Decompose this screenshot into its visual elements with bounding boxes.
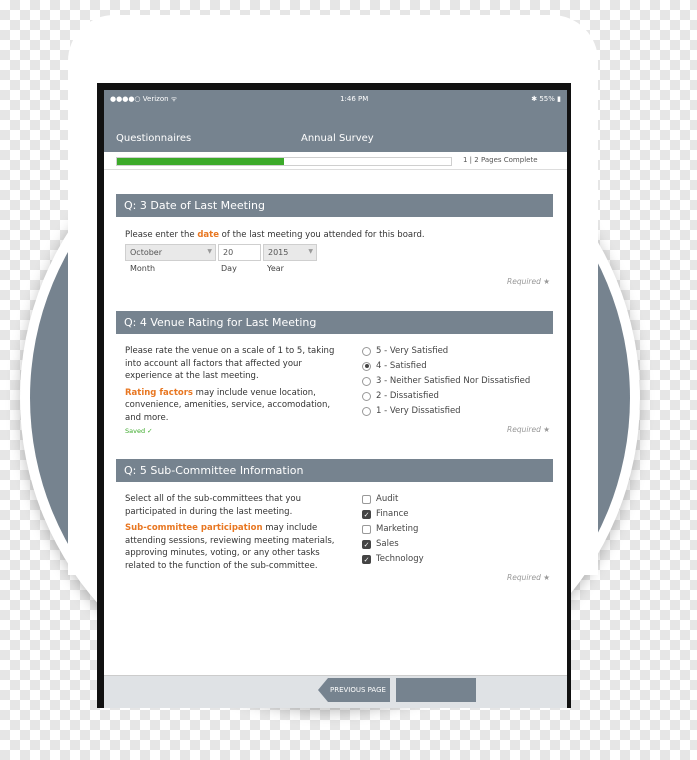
progress-row: 1 | 2 Pages Complete bbox=[104, 152, 567, 170]
carrier-text: ●●●●○ Verizon ᯤ bbox=[110, 94, 178, 103]
radio-button[interactable] bbox=[362, 376, 371, 386]
committee-option-sales[interactable]: ✓ Sales bbox=[362, 539, 399, 549]
q4-required: Required ★ bbox=[507, 425, 550, 434]
checkbox-checked[interactable]: ✓ bbox=[362, 509, 371, 519]
q4-text-line: may include venue location, bbox=[192, 387, 316, 398]
previous-page-label: PREVIOUS PAGE bbox=[330, 686, 386, 694]
q3-prompt: Please enter the date of the last meetin… bbox=[125, 229, 425, 242]
rating-option-label: 3 - Neither Satisfied Nor Dissatisfied bbox=[376, 376, 531, 386]
committee-option-label: Technology bbox=[376, 554, 424, 564]
q3-prompt-em: date bbox=[197, 230, 219, 240]
committee-option-marketing[interactable]: Marketing bbox=[362, 524, 418, 534]
committee-option-technology[interactable]: ✓ Technology bbox=[362, 554, 424, 564]
radio-button-selected[interactable] bbox=[362, 361, 371, 371]
q5-text-line: participated in during the last meeting. bbox=[125, 506, 293, 517]
rating-option-5[interactable]: 5 - Very Satisfied bbox=[362, 346, 448, 356]
q5-text-line: approving minutes, voting, or any other … bbox=[125, 548, 320, 558]
clock-text: 1:46 PM bbox=[340, 95, 369, 103]
rating-option-1[interactable]: 1 - Very Dissatisfied bbox=[362, 406, 461, 416]
q4-text-line: experience at the last meeting. bbox=[125, 371, 259, 381]
radio-button[interactable] bbox=[362, 406, 371, 416]
q4-header: Q: 4 Venue Rating for Last Meeting bbox=[116, 311, 553, 334]
q5-description: Select all of the sub-committees that yo… bbox=[125, 493, 350, 572]
progress-bar bbox=[116, 157, 452, 166]
previous-page-button[interactable]: PREVIOUS PAGE bbox=[318, 678, 390, 702]
month-select-value: October bbox=[130, 248, 163, 257]
rating-option-label: 5 - Very Satisfied bbox=[376, 346, 449, 356]
checkbox[interactable] bbox=[362, 494, 371, 504]
progress-label: 1 | 2 Pages Complete bbox=[463, 156, 538, 164]
year-select-value: 2015 bbox=[268, 248, 289, 257]
checkbox-checked[interactable]: ✓ bbox=[362, 554, 371, 564]
committee-option-finance[interactable]: ✓ Finance bbox=[362, 509, 409, 519]
rating-option-label: 2 - Dissatisfied bbox=[376, 391, 439, 401]
q4-text-line: into account all factors that affected y… bbox=[125, 358, 302, 369]
committee-option-label: Marketing bbox=[376, 524, 419, 534]
q5-text-line: related to the function of the sub-commi… bbox=[125, 560, 318, 571]
q3-prompt-pre: Please enter the bbox=[125, 230, 198, 240]
rating-option-2[interactable]: 2 - Dissatisfied bbox=[362, 391, 439, 401]
chevron-down-icon: ▼ bbox=[207, 248, 212, 255]
rating-option-label: 4 - Satisfied bbox=[376, 361, 427, 371]
q5-text-line: may include bbox=[262, 523, 318, 533]
chevron-down-icon: ▼ bbox=[308, 248, 313, 255]
radio-button[interactable] bbox=[362, 346, 371, 356]
q5-text-line: attending sessions, reviewing meeting ma… bbox=[125, 535, 335, 546]
rating-option-3[interactable]: 3 - Neither Satisfied Nor Dissatisfied bbox=[362, 376, 530, 386]
checkbox-checked[interactable]: ✓ bbox=[362, 539, 371, 549]
year-select[interactable]: 2015 ▼ bbox=[263, 244, 317, 261]
questionnaires-back-link[interactable]: Questionnaires bbox=[116, 133, 191, 144]
radio-button[interactable] bbox=[362, 391, 371, 401]
checkbox[interactable] bbox=[362, 524, 371, 534]
page-title: Annual Survey bbox=[301, 133, 374, 144]
q3-prompt-post: of the last meeting you attended for thi… bbox=[218, 230, 425, 240]
committee-option-label: Sales bbox=[376, 539, 399, 549]
rating-option-4[interactable]: 4 - Satisfied bbox=[362, 361, 427, 371]
q4-text-em: Rating factors bbox=[125, 387, 193, 398]
q5-required: Required ★ bbox=[507, 573, 550, 582]
year-label: Year bbox=[267, 264, 284, 273]
q4-text-line: Please rate the venue on a scale of 1 to… bbox=[125, 346, 335, 356]
q5-header: Q: 5 Sub-Committee Information bbox=[116, 459, 553, 482]
committee-option-label: Audit bbox=[376, 494, 399, 504]
q4-text-line: and more. bbox=[125, 412, 169, 423]
rating-option-label: 1 - Very Dissatisfied bbox=[376, 406, 461, 416]
q3-header: Q: 3 Date of Last Meeting bbox=[116, 194, 553, 217]
q3-required: Required ★ bbox=[507, 277, 550, 286]
q5-text-em: Sub-committee participation bbox=[125, 523, 263, 533]
progress-fill bbox=[117, 158, 284, 165]
nav-bar: Questionnaires Annual Survey bbox=[104, 108, 567, 152]
tablet-screen: ●●●●○ Verizon ᯤ 1:46 PM ✱ 55% ▮ Question… bbox=[104, 90, 567, 708]
day-input-value: 20 bbox=[223, 248, 234, 257]
committee-option-audit[interactable]: Audit bbox=[362, 494, 398, 504]
battery-text: ✱ 55% ▮ bbox=[531, 95, 561, 103]
q4-text-line: convenience, amenities, service, accomod… bbox=[125, 400, 331, 410]
month-select[interactable]: October ▼ bbox=[125, 244, 216, 261]
month-label: Month bbox=[130, 264, 156, 273]
day-label: Day bbox=[221, 264, 237, 273]
committee-option-label: Finance bbox=[376, 509, 409, 519]
day-input[interactable]: 20 bbox=[218, 244, 261, 261]
q4-description: Please rate the venue on a scale of 1 to… bbox=[125, 345, 350, 424]
status-bar: ●●●●○ Verizon ᯤ 1:46 PM ✱ 55% ▮ bbox=[104, 90, 567, 108]
next-page-button[interactable] bbox=[396, 678, 476, 702]
q5-text-line: Select all of the sub-committees that yo… bbox=[125, 494, 302, 504]
saved-indicator: Saved ✓ bbox=[125, 427, 153, 435]
